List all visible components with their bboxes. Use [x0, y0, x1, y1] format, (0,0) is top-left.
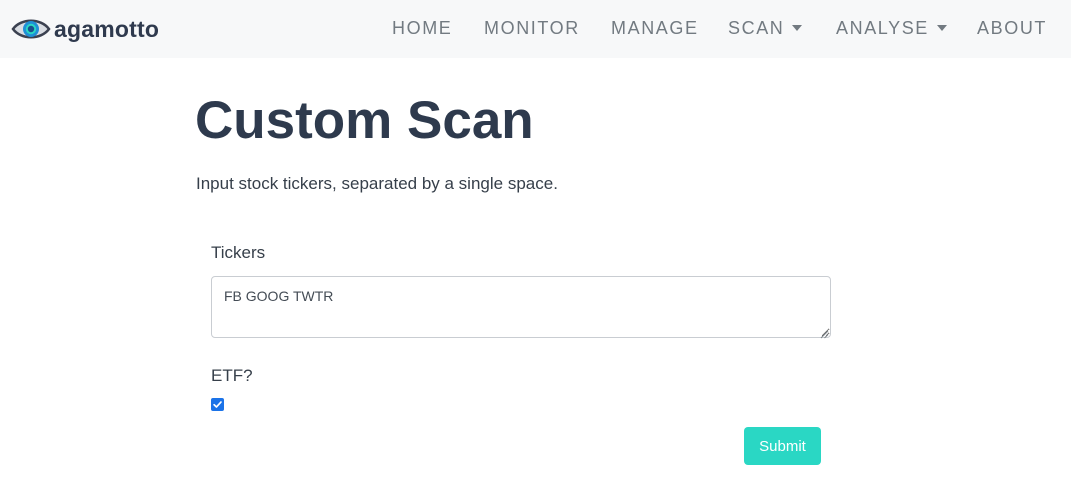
nav-manage[interactable]: MANAGE: [611, 16, 699, 40]
etf-checkbox[interactable]: [211, 398, 224, 411]
nav-scan-label: SCAN: [728, 17, 785, 38]
resize-handle-icon[interactable]: [819, 326, 829, 339]
nav-home[interactable]: HOME: [392, 16, 452, 40]
page-title: Custom Scan: [195, 91, 534, 150]
nav-analyse-dropdown[interactable]: ANALYSE: [836, 16, 947, 40]
nav-scan-dropdown[interactable]: SCAN: [728, 16, 803, 40]
nav-about-label: ABOUT: [977, 17, 1048, 38]
checkmark-icon: [213, 401, 222, 408]
tickers-label: Tickers: [211, 243, 266, 262]
nav-about[interactable]: ABOUT: [977, 16, 1047, 40]
nav-monitor[interactable]: MONITOR: [484, 16, 580, 40]
caret-down-icon: [936, 25, 947, 31]
tickers-input[interactable]: FB GOOG TWTR: [211, 276, 831, 338]
eye-icon: [11, 15, 51, 43]
page-intro: Input stock tickers, separated by a sing…: [196, 174, 558, 193]
brand-link[interactable]: agamotto: [11, 14, 159, 44]
nav-home-label: HOME: [392, 17, 453, 38]
nav-monitor-label: MONITOR: [484, 17, 580, 38]
caret-down-icon: [792, 25, 803, 31]
top-navbar: agamotto HOME MONITOR MANAGE SCAN ANALYS…: [0, 0, 1071, 58]
submit-button[interactable]: Submit: [744, 427, 821, 465]
etf-label: ETF?: [211, 366, 253, 385]
brand-name: agamotto: [54, 15, 160, 42]
nav-analyse-label: ANALYSE: [836, 17, 929, 38]
nav-manage-label: MANAGE: [611, 17, 699, 38]
